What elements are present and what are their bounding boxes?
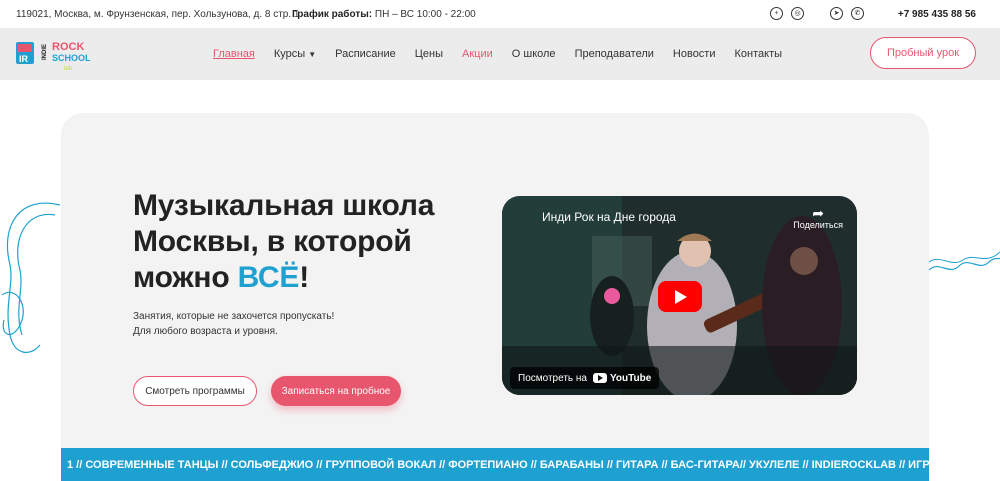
play-button[interactable] bbox=[658, 281, 702, 312]
top-info-bar: 119021, Москва, м. Фрунзенская, пер. Хол… bbox=[0, 0, 1000, 28]
chevron-down-icon: ▼ bbox=[308, 50, 317, 59]
watch-on-label: Посмотреть на bbox=[518, 372, 587, 384]
nav-about[interactable]: О школе bbox=[512, 48, 556, 60]
svg-text:ROCK: ROCK bbox=[52, 41, 84, 53]
course-ticker-text: 1 // СОВРЕМЕННЫЕ ТАНЦЫ // СОЛЬФЕДЖИО // … bbox=[67, 458, 929, 471]
hero-title-accent: ВСЁ bbox=[237, 261, 300, 294]
course-ticker: 1 // СОВРЕМЕННЫЕ ТАНЦЫ // СОЛЬФЕДЖИО // … bbox=[61, 448, 929, 481]
view-programs-button[interactable]: Смотреть программы bbox=[133, 376, 257, 406]
youtube-logo: YouTube bbox=[593, 373, 651, 384]
social-links: + ◎ ➤ ✆ bbox=[770, 7, 864, 20]
headphones-decoration bbox=[1, 202, 61, 353]
phone-link[interactable]: +7 985 435 88 56 bbox=[898, 9, 976, 20]
video-player[interactable]: Инди Рок на Дне города ➦ Поделиться Посм… bbox=[502, 196, 857, 395]
wave-decoration bbox=[929, 251, 1000, 271]
book-trial-button[interactable]: Записаться на пробное bbox=[271, 376, 401, 406]
nav-courses[interactable]: Курсы ▼ bbox=[274, 48, 316, 60]
nav-promotions[interactable]: Акции bbox=[462, 48, 493, 60]
hero-title: Музыкальная школа Москвы, в которой можн… bbox=[133, 188, 453, 296]
youtube-play-icon bbox=[593, 373, 607, 383]
hero-title-suffix: ! bbox=[299, 261, 310, 294]
nav-news[interactable]: Новости bbox=[673, 48, 716, 60]
hero-subtitle: Занятия, которые не захочется пропускать… bbox=[133, 309, 334, 339]
share-icon: ➦ bbox=[812, 205, 825, 221]
video-title[interactable]: Инди Рок на Дне города bbox=[542, 210, 676, 224]
site-header: IR ROCK SCHOOL INDIE lab Главная Курсы ▼ … bbox=[0, 28, 1000, 80]
school-logo[interactable]: IR ROCK SCHOOL INDIE lab bbox=[16, 38, 96, 72]
svg-text:INDIE: INDIE bbox=[42, 44, 48, 60]
hero-subtitle-line1: Занятия, которые не захочется пропускать… bbox=[133, 311, 335, 322]
hero-section: Музыкальная школа Москвы, в которой можн… bbox=[61, 113, 929, 481]
watch-on-youtube-button[interactable]: Посмотреть на YouTube bbox=[510, 367, 660, 389]
nav-home[interactable]: Главная bbox=[213, 48, 255, 60]
schedule-value: ПН – ВС 10:00 - 22:00 bbox=[374, 9, 476, 20]
svg-text:SCHOOL: SCHOOL bbox=[52, 53, 91, 63]
nav-contacts[interactable]: Контакты bbox=[735, 48, 783, 60]
youtube-wordmark: YouTube bbox=[610, 372, 652, 384]
svg-text:IR: IR bbox=[19, 54, 29, 64]
main-nav: Главная Курсы ▼ Расписание Цены Акции О ш… bbox=[213, 48, 801, 60]
vk-icon[interactable]: + bbox=[770, 7, 783, 20]
nav-courses-label: Курсы bbox=[273, 48, 306, 60]
trial-lesson-button[interactable]: Пробный урок bbox=[870, 37, 976, 69]
nav-teachers[interactable]: Преподаватели bbox=[575, 48, 654, 60]
schedule-text: График работы: ПН – ВС 10:00 - 22:00 bbox=[292, 9, 476, 20]
hero-title-line1: Музыкальная школа bbox=[133, 189, 435, 222]
address-text: 119021, Москва, м. Фрунзенская, пер. Хол… bbox=[16, 9, 300, 20]
nav-schedule[interactable]: Расписание bbox=[335, 48, 396, 60]
share-label: Поделиться bbox=[793, 220, 843, 230]
hero-subtitle-line2: Для любого возраста и уровня. bbox=[133, 326, 278, 337]
nav-prices[interactable]: Цены bbox=[415, 48, 443, 60]
hero-title-line3: можно bbox=[133, 261, 238, 294]
share-button[interactable]: ➦ Поделиться bbox=[793, 206, 843, 230]
other-icon[interactable]: ◎ bbox=[791, 7, 804, 20]
svg-text:lab: lab bbox=[64, 66, 73, 72]
telegram-icon[interactable]: ➤ bbox=[830, 7, 843, 20]
whatsapp-icon[interactable]: ✆ bbox=[851, 7, 864, 20]
schedule-label: График работы: bbox=[292, 9, 373, 20]
hero-title-line2: Москвы, в которой bbox=[133, 225, 412, 258]
